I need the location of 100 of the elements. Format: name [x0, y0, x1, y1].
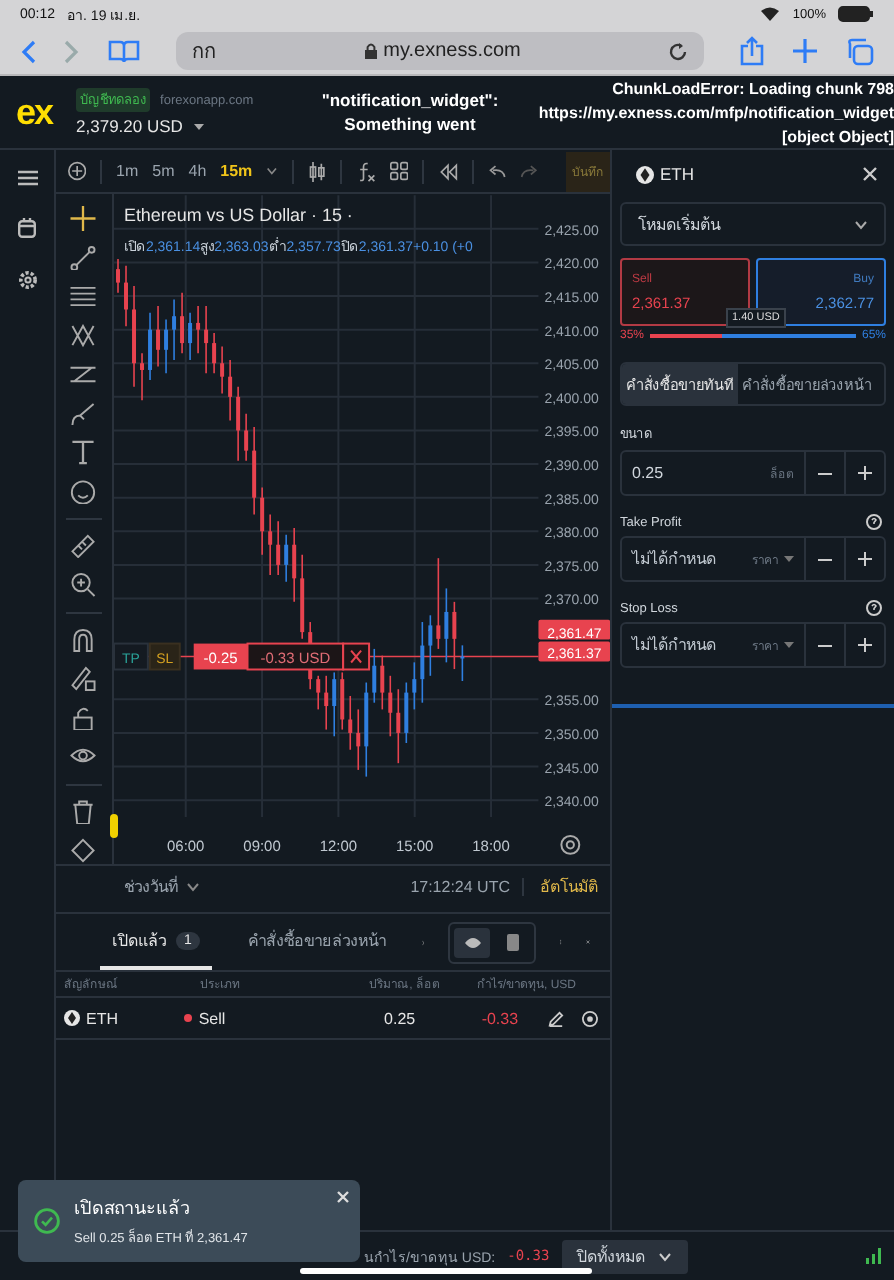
- candle: [388, 675, 393, 738]
- candle: [123, 265, 128, 328]
- plus-icon[interactable]: [792, 38, 818, 64]
- candle: [203, 305, 208, 375]
- chevron-icon[interactable]: [266, 166, 278, 176]
- settings-icon[interactable]: [560, 834, 581, 855]
- pattern-icon[interactable]: [70, 323, 97, 348]
- candle: [404, 681, 409, 744]
- candle: [428, 614, 433, 677]
- status-dot: [184, 1014, 193, 1022]
- candle: [243, 412, 248, 462]
- logo[interactable]: ex: [16, 91, 53, 133]
- book-icon[interactable]: [108, 39, 140, 63]
- menu-icon[interactable]: [17, 170, 37, 186]
- candle: [235, 386, 240, 462]
- eye-toggle[interactable]: [454, 927, 491, 957]
- help-icon[interactable]: [866, 600, 882, 616]
- grid-icon[interactable]: [389, 160, 408, 182]
- signal-icon: [866, 1248, 882, 1264]
- function-icon[interactable]: [355, 159, 376, 183]
- trash-icon[interactable]: [70, 799, 97, 825]
- error-text: ChunkLoadError: Loading chunk 798: [612, 78, 894, 102]
- candle: [131, 285, 136, 388]
- candle: [452, 601, 457, 670]
- mode-dropdown[interactable]: โหมดเริ่มต้น: [620, 202, 886, 246]
- layers-icon[interactable]: [70, 838, 97, 864]
- positions-tab[interactable]: คำสั่งซื้อขายล่วงหน้า: [235, 914, 398, 970]
- lines-icon[interactable]: [70, 284, 97, 309]
- timeframe-tab[interactable]: 5m: [152, 162, 175, 180]
- crosshair-icon[interactable]: [70, 206, 97, 231]
- magnet-icon[interactable]: [70, 627, 97, 653]
- candle: [460, 644, 465, 682]
- candle: [115, 258, 120, 294]
- lock-icon: [363, 42, 378, 60]
- success-icon: [34, 1208, 60, 1234]
- error-text: Something went: [344, 112, 476, 136]
- settings-icon[interactable]: [17, 270, 37, 290]
- edit-icon[interactable]: [548, 1009, 565, 1027]
- rewind-icon[interactable]: [437, 161, 458, 181]
- help-icon[interactable]: [866, 514, 882, 530]
- chevron-icon: [657, 1251, 672, 1261]
- symbol-title: ETH: [660, 164, 694, 184]
- close-all-button[interactable]: ปิดทั้งหมด: [561, 1239, 688, 1273]
- lock-icon[interactable]: [70, 705, 97, 731]
- add-icon[interactable]: [68, 160, 87, 182]
- chevron-icon: [186, 881, 200, 891]
- eye-icon: [463, 935, 482, 949]
- text-tool-icon[interactable]: [70, 440, 97, 465]
- brush-icon[interactable]: [70, 401, 97, 426]
- type-cell: Sell: [198, 1009, 226, 1027]
- candle: [179, 291, 184, 354]
- date-range-dropdown[interactable]: ช่วงวันที่: [124, 873, 200, 899]
- candle: [356, 708, 361, 771]
- close-position-icon[interactable]: [582, 1009, 599, 1027]
- candle: [340, 671, 345, 731]
- balance-dropdown[interactable]: 2,379.20 USD: [76, 116, 254, 136]
- candle: [251, 426, 256, 516]
- view-toggle[interactable]: [448, 921, 537, 963]
- candle: [139, 352, 144, 401]
- line-tool-icon[interactable]: [70, 245, 97, 270]
- candle: [171, 298, 176, 361]
- channel-icon[interactable]: [70, 362, 97, 387]
- back-icon[interactable]: [20, 39, 36, 63]
- candle: [195, 305, 200, 354]
- address-bar[interactable]: กก my.exness.com: [176, 32, 704, 70]
- candle: [420, 621, 425, 704]
- candle: [396, 688, 401, 764]
- smiley-icon[interactable]: [70, 479, 97, 504]
- share-icon[interactable]: [740, 36, 764, 66]
- candle: [227, 359, 232, 422]
- symbol-cell: ETH: [86, 1009, 118, 1027]
- reload-icon[interactable]: [668, 41, 689, 61]
- undo-icon[interactable]: [487, 163, 506, 179]
- volume-cell-text: 0.25: [382, 1009, 416, 1027]
- error-text: "notification_widget":: [321, 88, 499, 112]
- candle: [187, 312, 192, 361]
- candle: [380, 654, 385, 711]
- clipboard-icon: [505, 932, 520, 952]
- ruler-icon[interactable]: [70, 533, 97, 559]
- collapse-handle[interactable]: [109, 814, 118, 838]
- candle: [324, 675, 329, 731]
- wifi-icon: [760, 6, 781, 22]
- candles-icon[interactable]: [307, 159, 326, 183]
- error-text: https://my.exness.com/mfp/notification_widget: [538, 102, 894, 126]
- calendar-icon[interactable]: [18, 218, 36, 238]
- zoom-in-icon[interactable]: [70, 572, 97, 598]
- close-icon[interactable]: [862, 166, 878, 182]
- auto-scale-button[interactable]: อัตโนมัติ: [540, 873, 598, 899]
- candle: [332, 671, 337, 738]
- candle: [211, 332, 216, 375]
- candle: [163, 318, 168, 375]
- close-icon[interactable]: [342, 642, 370, 671]
- timeframe-tab[interactable]: 15m: [220, 162, 253, 180]
- tabs-icon[interactable]: [846, 37, 874, 65]
- candle: [412, 661, 417, 711]
- battery-icon: [838, 6, 874, 22]
- timeframe-tab[interactable]: 1m: [116, 162, 139, 180]
- timeframe-tab[interactable]: 4h: [188, 162, 207, 180]
- error-text: [object Object]: [781, 126, 894, 150]
- pencil-lock-icon[interactable]: [70, 666, 97, 692]
